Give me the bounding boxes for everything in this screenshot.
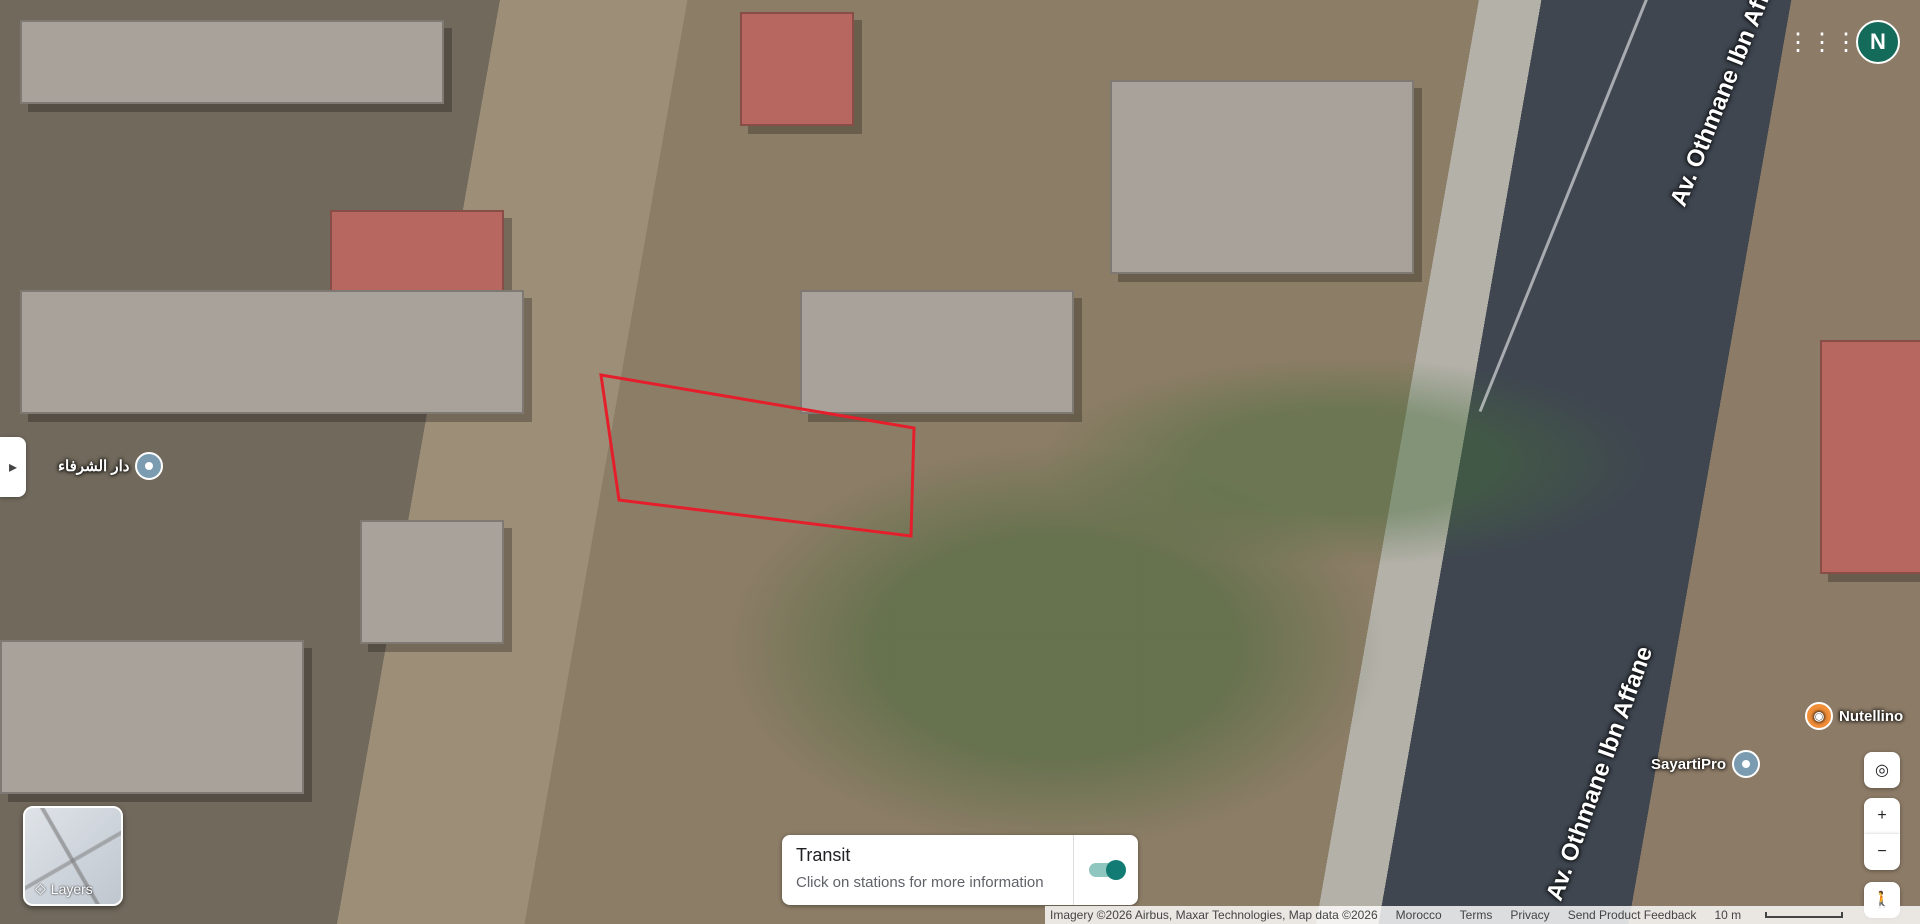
transit-subtitle: Click on stations for more information (796, 874, 1044, 891)
transit-toggle-wrap[interactable] (1073, 835, 1138, 905)
poi-dar-alshurafa[interactable]: دار الشرفاء (58, 452, 164, 480)
zoom-in-button[interactable]: + (1864, 798, 1900, 834)
layers-label: ◇ Layers (35, 880, 93, 897)
map-footer: Imagery ©2026 Airbus, Maxar Technologies… (1045, 906, 1920, 924)
my-location-icon: ◎ (1875, 762, 1889, 779)
food-pin-icon: ◉ (1805, 702, 1833, 730)
top-right-controls: ⋮⋮⋮ N (1786, 20, 1900, 64)
transit-card[interactable]: Transit Click on stations for more infor… (782, 835, 1138, 905)
scale-bar (1765, 912, 1844, 918)
place-pin-icon (135, 452, 164, 480)
terms-link[interactable]: Terms (1460, 908, 1493, 922)
avatar[interactable]: N (1856, 20, 1900, 64)
layers-button[interactable]: ◇ Layers (23, 806, 123, 906)
layers-icon: ◇ (35, 880, 46, 896)
transit-text: Transit Click on stations for more infor… (782, 835, 1073, 905)
transit-toggle[interactable] (1089, 860, 1126, 880)
map-controls: ◎ + − 🚶 (1864, 752, 1900, 918)
poi-label: Nutellino (1839, 707, 1904, 725)
poi-label: دار الشرفاء (58, 458, 130, 475)
chevron-right-icon: ▸ (8, 459, 18, 476)
zoom-out-button[interactable]: − (1864, 834, 1900, 870)
side-panel-toggle[interactable]: ▸ (0, 437, 26, 497)
poi-sayartipro[interactable]: SayartiPro (1651, 750, 1761, 778)
scale-text: 10 m (1714, 908, 1742, 922)
transit-title: Transit (796, 845, 851, 865)
poi-nutellino[interactable]: ◉ Nutellino (1805, 702, 1903, 730)
parcel-outline (599, 373, 916, 538)
region-link[interactable]: Morocco (1396, 908, 1442, 922)
apps-grid-icon[interactable]: ⋮⋮⋮ (1786, 22, 1858, 62)
place-pin-icon (1732, 750, 1761, 778)
privacy-link[interactable]: Privacy (1510, 908, 1549, 922)
poi-label: SayartiPro (1651, 755, 1727, 773)
imagery-attribution: Imagery ©2026 Airbus, Maxar Technologies… (1050, 908, 1378, 922)
feedback-link[interactable]: Send Product Feedback (1568, 908, 1697, 922)
my-location-button[interactable]: ◎ (1864, 752, 1900, 788)
